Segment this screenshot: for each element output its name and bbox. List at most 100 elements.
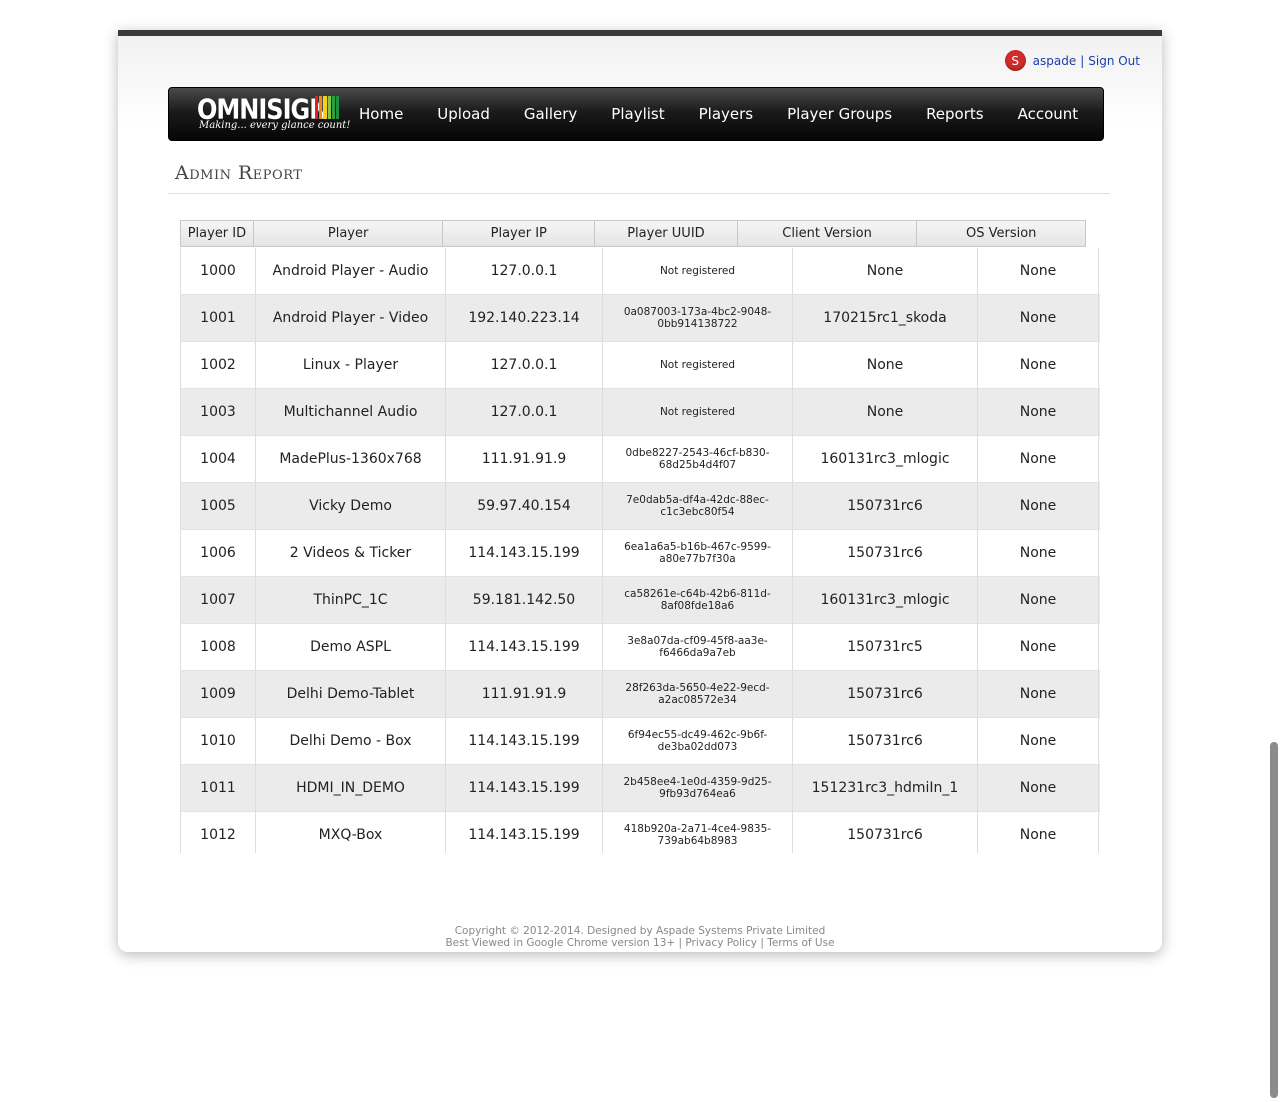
cell-player-id: 1003: [180, 389, 256, 435]
sign-out-link[interactable]: Sign Out: [1088, 54, 1140, 68]
cell-player-uuid: 0a087003-173a-4bc2-9048-0bb914138722: [603, 295, 793, 341]
table-row[interactable]: 1006 2 Videos & Ticker 114.143.15.199 6ea1a…: [180, 530, 1100, 577]
nav-item-gallery[interactable]: Gallery: [524, 105, 577, 123]
cell-player-uuid: Not registered: [603, 248, 793, 294]
logo-tagline: Making... every glance count!: [199, 120, 351, 131]
cell-player-name: Delhi Demo-Tablet: [256, 671, 446, 717]
cell-player-uuid: 6f94ec55-dc49-462c-9b6f-de3ba02dd073: [603, 718, 793, 764]
column-header-player-uuid[interactable]: Player UUID: [595, 221, 738, 246]
cell-player-name: HDMI_IN_DEMO: [256, 765, 446, 811]
logo-bar: #f4d020: [323, 96, 327, 119]
cell-player-id: 1006: [180, 530, 256, 576]
cell-player-uuid: 6ea1a6a5-b16b-467c-9599-a80e77b7f30a: [603, 530, 793, 576]
logo-bar: #f08a1a: [319, 96, 323, 119]
cell-player-ip: 127.0.0.1: [446, 342, 603, 388]
cell-client-version: 150731rc6: [793, 483, 978, 529]
footer-separator: |: [678, 937, 683, 949]
nav-item-upload[interactable]: Upload: [437, 105, 490, 123]
cell-os-version: None: [978, 483, 1099, 529]
page-footer: Copyright © 2012-2014. Designed by Aspad…: [118, 925, 1162, 949]
table-row[interactable]: 1002 Linux - Player 127.0.0.1 Not registere…: [180, 342, 1100, 389]
nav-item-home[interactable]: Home: [359, 105, 403, 123]
cell-player-ip: 114.143.15.199: [446, 530, 603, 576]
cell-os-version: None: [978, 248, 1099, 294]
cell-client-version: 170215rc1_skoda: [793, 295, 978, 341]
logo-bar: #2e9e3e: [331, 96, 335, 119]
page-title: Admin Report: [175, 162, 303, 184]
report-table-header: Player ID Player Player IP Player UUID Clien…: [180, 220, 1086, 247]
logo-bar: #e22020: [315, 96, 319, 119]
column-header-client-version[interactable]: Client Version: [738, 221, 918, 246]
logo-bar: #8cc63f: [327, 96, 331, 119]
cell-client-version: 150731rc5: [793, 624, 978, 670]
column-header-os-version[interactable]: OS Version: [917, 221, 1085, 246]
table-row[interactable]: 1003 Multichannel Audio 127.0.0.1 Not regis…: [180, 389, 1100, 436]
table-row[interactable]: 1009 Delhi Demo-Tablet 111.91.91.9 28f263da…: [180, 671, 1100, 718]
column-header-player-ip[interactable]: Player IP: [443, 221, 596, 246]
cell-client-version: None: [793, 248, 978, 294]
cell-os-version: None: [978, 436, 1099, 482]
cell-player-name: Delhi Demo - Box: [256, 718, 446, 764]
cell-client-version: 150731rc6: [793, 671, 978, 717]
cell-player-name: Multichannel Audio: [256, 389, 446, 435]
column-header-player-id[interactable]: Player ID: [181, 221, 254, 246]
cell-player-name: Android Player - Video: [256, 295, 446, 341]
table-row[interactable]: 1000 Android Player - Audio 127.0.0.1 Not r…: [180, 248, 1100, 295]
nav-item-playlist[interactable]: Playlist: [611, 105, 664, 123]
table-row[interactable]: 1008 Demo ASPL 114.143.15.199 3e8a07da-cf09…: [180, 624, 1100, 671]
cell-player-ip: 114.143.15.199: [446, 812, 603, 853]
cell-player-uuid: ca58261e-c64b-42b6-811d-8af08fde18a6: [603, 577, 793, 623]
terms-of-use-link[interactable]: Terms of Use: [767, 937, 834, 949]
table-row[interactable]: 1001 Android Player - Video 192.140.223.14…: [180, 295, 1100, 342]
cell-player-uuid: 28f263da-5650-4e22-9ecd-a2ac08572e34: [603, 671, 793, 717]
page-scrollbar[interactable]: [1270, 742, 1278, 1098]
cell-player-name: 2 Videos & Ticker: [256, 530, 446, 576]
privacy-policy-link[interactable]: Privacy Policy: [685, 937, 757, 949]
omnisign-logo[interactable]: OMNISIGN #e22020#f08a1a#f4d020#8cc63f#2e…: [197, 93, 351, 137]
cell-player-uuid: 3e8a07da-cf09-45f8-aa3e-f6466da9a7eb: [603, 624, 793, 670]
cell-player-id: 1004: [180, 436, 256, 482]
cell-player-name: Vicky Demo: [256, 483, 446, 529]
cell-player-uuid: 418b920a-2a71-4ce4-9835-739ab64b8983: [603, 812, 793, 853]
cell-player-ip: 127.0.0.1: [446, 389, 603, 435]
cell-client-version: 150731rc6: [793, 718, 978, 764]
nav-item-reports[interactable]: Reports: [926, 105, 984, 123]
cell-player-name: MadePlus-1360x768: [256, 436, 446, 482]
cell-player-uuid: 7e0dab5a-df4a-42dc-88ec-c1c3ebc80f54: [603, 483, 793, 529]
cell-player-name: Linux - Player: [256, 342, 446, 388]
user-area: S aspade | Sign Out: [1004, 50, 1140, 71]
table-row[interactable]: 1007 ThinPC_1C 59.181.142.50 ca58261e-c64b-…: [180, 577, 1100, 624]
cell-player-id: 1012: [180, 812, 256, 853]
nav-item-players[interactable]: Players: [699, 105, 754, 123]
cell-client-version: 150731rc6: [793, 530, 978, 576]
cell-player-ip: 114.143.15.199: [446, 765, 603, 811]
table-row[interactable]: 1011 HDMI_IN_DEMO 114.143.15.199 2b458ee4-1…: [180, 765, 1100, 812]
cell-player-name: ThinPC_1C: [256, 577, 446, 623]
column-header-player-name[interactable]: Player: [254, 221, 444, 246]
cell-os-version: None: [978, 624, 1099, 670]
nav-item-player-groups[interactable]: Player Groups: [787, 105, 892, 123]
cell-os-version: None: [978, 342, 1099, 388]
cell-player-id: 1008: [180, 624, 256, 670]
table-row[interactable]: 1005 Vicky Demo 59.97.40.154 7e0dab5a-df4a-…: [180, 483, 1100, 530]
user-avatar[interactable]: S: [1004, 50, 1026, 71]
cell-player-ip: 59.181.142.50: [446, 577, 603, 623]
cell-player-id: 1005: [180, 483, 256, 529]
cell-player-uuid: 2b458ee4-1e0d-4359-9d25-9fb93d764ea6: [603, 765, 793, 811]
cell-player-name: MXQ-Box: [256, 812, 446, 853]
nav-item-account[interactable]: Account: [1018, 105, 1079, 123]
cell-player-id: 1001: [180, 295, 256, 341]
cell-client-version: 150731rc6: [793, 812, 978, 853]
table-row[interactable]: 1004 MadePlus-1360x768 111.91.91.9 0dbe8227…: [180, 436, 1100, 483]
cell-client-version: None: [793, 389, 978, 435]
footer-links: Best Viewed in Google Chrome version 13+…: [118, 937, 1162, 949]
table-row[interactable]: 1010 Delhi Demo - Box 114.143.15.199 6f94ec…: [180, 718, 1100, 765]
cell-player-ip: 111.91.91.9: [446, 671, 603, 717]
table-row[interactable]: 1012 MXQ-Box 114.143.15.199 418b920a-2a71-4…: [180, 812, 1100, 853]
report-table-body[interactable]: 1000 Android Player - Audio 127.0.0.1 Not r…: [180, 248, 1100, 853]
user-separator: |: [1080, 53, 1085, 68]
cell-client-version: 160131rc3_mlogic: [793, 436, 978, 482]
cell-os-version: None: [978, 577, 1099, 623]
footer-separator: |: [760, 937, 764, 949]
username-link[interactable]: aspade: [1033, 54, 1077, 68]
